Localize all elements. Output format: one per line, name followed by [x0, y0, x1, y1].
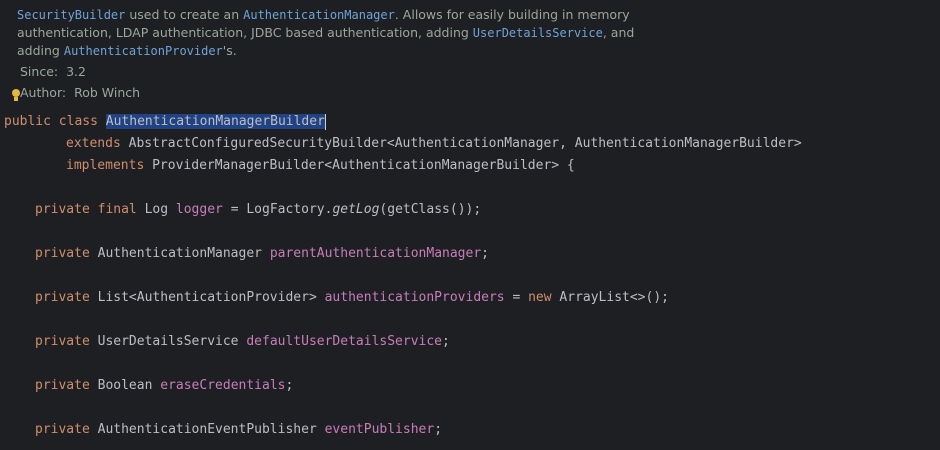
author-value: Rob Winch: [74, 85, 141, 100]
keyword: extends: [66, 136, 121, 151]
code-text: =: [504, 290, 529, 305]
code-line-field-logger: private final Log logger = LogFactory.ge…: [35, 199, 481, 221]
code-text: = LogFactory.: [222, 202, 333, 217]
keyword: class: [58, 114, 98, 129]
code-line-field-providers: private List<AuthenticationProvider> aut…: [35, 287, 669, 309]
text-caret: [324, 113, 326, 130]
lightbulb-icon[interactable]: [11, 89, 21, 103]
code-text: ;: [442, 334, 450, 349]
field-type: Log: [144, 202, 169, 217]
code-text: ;: [434, 422, 443, 437]
field-name: parentAuthenticationManager: [269, 246, 482, 261]
javadoc-link-authentication-manager[interactable]: AuthenticationManager: [243, 8, 395, 22]
code-line-implements: implements ProviderManagerBuilder<Authen…: [66, 155, 575, 177]
field-type: AuthenticationManager: [97, 246, 262, 261]
keyword: private: [35, 202, 90, 217]
type-reference: ProviderManagerBuilder<AuthenticationMan…: [152, 158, 575, 173]
method-call: getLog: [332, 202, 380, 217]
keyword: private: [35, 422, 90, 437]
code-text: ;: [285, 378, 294, 393]
keyword: private: [35, 246, 90, 261]
field-type: AuthenticationEventPublisher: [97, 422, 317, 437]
code-line-field-event-publisher: private AuthenticationEventPublisher eve…: [35, 419, 442, 441]
field-name: logger: [175, 202, 223, 217]
field-name: eraseCredentials: [160, 378, 286, 393]
field-type: UserDetailsService: [97, 334, 239, 349]
javadoc-text: 's.: [222, 43, 237, 58]
code-line-extends: extends AbstractConfiguredSecurityBuilde…: [66, 133, 802, 155]
code-line-field-parent-manager: private AuthenticationManager parentAuth…: [35, 243, 489, 265]
keyword: new: [528, 290, 552, 305]
keyword: final: [97, 202, 137, 217]
keyword: private: [35, 334, 90, 349]
field-name: eventPublisher: [324, 422, 435, 437]
javadoc-link-authentication-provider[interactable]: AuthenticationProvider: [64, 44, 223, 58]
field-name: defaultUserDetailsService: [246, 334, 443, 349]
javadoc-link-security-builder[interactable]: SecurityBuilder: [17, 8, 125, 22]
field-type: Boolean: [97, 378, 153, 393]
keyword: public: [4, 114, 51, 129]
code-text: ArrayList<>();: [551, 290, 669, 305]
since-value: 3.2: [66, 64, 86, 79]
field-type: List<AuthenticationProvider>: [97, 290, 317, 305]
since-label: Since:: [20, 64, 59, 79]
code-text: (getClass());: [379, 202, 482, 217]
keyword: private: [35, 290, 90, 305]
code-text: ;: [481, 246, 489, 261]
javadoc-link-user-details-service[interactable]: UserDetailsService: [473, 26, 603, 40]
keyword: private: [35, 378, 90, 393]
field-name: authenticationProviders: [324, 290, 505, 305]
type-reference: AbstractConfiguredSecurityBuilder<Authen…: [128, 136, 802, 151]
code-line-class-declaration: public class AuthenticationManagerBuilde…: [4, 111, 326, 133]
javadoc-since: Since: 3.2: [20, 64, 86, 79]
javadoc-author: Author: Rob Winch: [20, 85, 140, 100]
javadoc-panel: SecurityBuilder used to create an Authen…: [0, 0, 940, 108]
javadoc-text: used to create an: [125, 7, 244, 22]
code-line-field-erase-credentials: private Boolean eraseCredentials;: [35, 375, 293, 397]
javadoc-description: SecurityBuilder used to create an Authen…: [17, 6, 657, 60]
class-name-selected[interactable]: AuthenticationManagerBuilder: [105, 114, 325, 129]
code-line-field-user-details: private UserDetailsService defaultUserDe…: [35, 331, 450, 353]
author-label: Author:: [20, 85, 67, 100]
keyword: implements: [66, 158, 145, 173]
